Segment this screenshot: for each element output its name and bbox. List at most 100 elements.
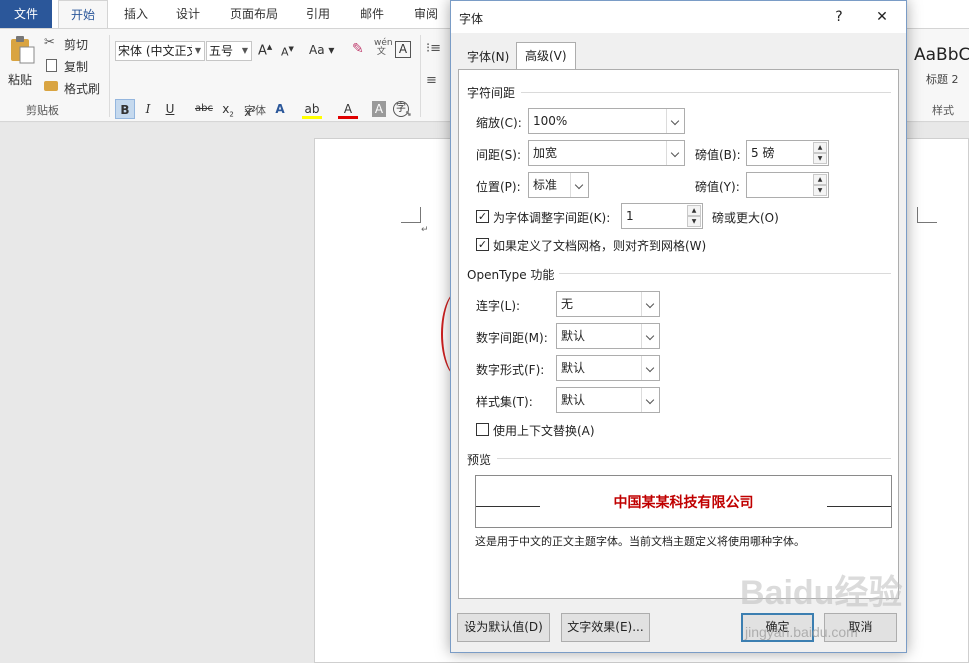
cut-button[interactable]: ✂ 剪切 xyxy=(44,35,104,53)
contextual-alternates-checkbox[interactable] xyxy=(476,423,489,436)
number-forms-value: 默认 xyxy=(561,361,586,375)
snap-to-grid-checkbox[interactable]: ✓ xyxy=(476,238,489,251)
font-dialog: 字体 ? ✕ 字体(N) 高级(V) 字符间距 缩放(C): 100% 间距(S… xyxy=(450,0,907,653)
chevron-down-icon[interactable]: ▼ xyxy=(192,42,204,60)
tab-advanced[interactable]: 高级(V) xyxy=(516,42,576,70)
tab-insert[interactable]: 插入 xyxy=(114,0,158,28)
chevron-down-icon[interactable] xyxy=(666,109,684,133)
watermark-url: jingyan.baidu.com xyxy=(745,624,858,640)
tab-design[interactable]: 设计 xyxy=(166,0,210,28)
chevron-down-icon[interactable] xyxy=(570,173,588,197)
scale-dropdown[interactable]: 100% xyxy=(528,108,685,134)
style-name: 标题 2 xyxy=(926,73,959,86)
paste-button[interactable]: 粘贴 xyxy=(6,35,38,93)
tab-home[interactable]: 开始 xyxy=(58,0,108,29)
shading-icon[interactable]: A xyxy=(372,101,386,117)
set-default-button[interactable]: 设为默认值(D) xyxy=(457,613,550,642)
divider xyxy=(559,273,891,274)
chevron-down-icon[interactable] xyxy=(666,141,684,165)
align-left-icon[interactable]: ≡ xyxy=(426,73,437,88)
bullets-icon[interactable]: ⁝≡ xyxy=(426,41,441,56)
crop-mark xyxy=(917,207,937,223)
tab-file[interactable]: 文件 xyxy=(0,0,52,28)
spacing-by-label: 磅值(B): xyxy=(695,148,741,162)
kerning-value: 1 xyxy=(626,209,634,223)
preview-baseline-right xyxy=(827,506,891,507)
shrink-font-icon[interactable]: A▼ xyxy=(281,45,294,59)
tab-references[interactable]: 引用 xyxy=(296,0,340,28)
font-color-icon[interactable]: A xyxy=(338,99,358,119)
font-size-combo[interactable]: 五号 ▼ xyxy=(206,41,252,61)
spin-down-icon[interactable]: ▼ xyxy=(813,185,827,196)
tab-review[interactable]: 审阅 xyxy=(404,0,448,28)
style-heading2[interactable]: AaBbC 标题 2 xyxy=(906,41,969,87)
section-opentype: OpenType 功能 xyxy=(467,268,555,282)
tab-font[interactable]: 字体(N) xyxy=(459,44,517,70)
number-forms-dropdown[interactable]: 默认 xyxy=(556,355,660,381)
number-spacing-value: 默认 xyxy=(561,329,586,343)
chevron-down-icon[interactable] xyxy=(641,356,659,380)
phonetic-guide-icon[interactable]: wén 文 xyxy=(374,39,393,57)
close-icon[interactable]: ✕ xyxy=(868,5,896,29)
format-painter-button[interactable]: 格式刷 xyxy=(44,79,106,97)
kerning-suffix: 磅或更大(O) xyxy=(712,211,779,225)
paste-icon xyxy=(11,36,35,64)
spin-up-icon[interactable]: ▲ xyxy=(813,142,827,153)
preview-text: 中国某某科技有限公司 xyxy=(613,495,754,511)
preview-box: 中国某某科技有限公司 xyxy=(475,475,892,528)
number-spacing-dropdown[interactable]: 默认 xyxy=(556,323,660,349)
spin-up-icon[interactable]: ▲ xyxy=(813,174,827,185)
divider xyxy=(521,92,891,93)
preview-note: 这是用于中文的正文主题字体。当前文档主题定义将使用哪种字体。 xyxy=(475,535,805,548)
clear-formatting-icon[interactable]: ✎ xyxy=(352,41,364,57)
font-size-value: 五号 xyxy=(209,44,234,58)
spacing-dropdown[interactable]: 加宽 xyxy=(528,140,685,166)
kerning-checkbox[interactable]: ✓ xyxy=(476,210,489,223)
dialog-launcher-icon[interactable]: ⬊ xyxy=(405,109,412,118)
change-case-icon[interactable]: Aa ▾ xyxy=(309,43,334,57)
text-effects-icon[interactable]: A xyxy=(270,99,290,119)
format-painter-label: 格式刷 xyxy=(64,82,101,96)
font-group-label: 字体 xyxy=(244,104,266,117)
styles-group-label: 样式 xyxy=(932,104,954,117)
position-by-input[interactable]: ▲ ▼ xyxy=(746,172,829,198)
font-family-value: 宋体 (中文正文) xyxy=(118,44,204,58)
spin-down-icon[interactable]: ▼ xyxy=(813,153,827,164)
chevron-down-icon[interactable] xyxy=(641,324,659,348)
highlight-icon[interactable]: ab xyxy=(302,99,322,119)
font-family-combo[interactable]: 宋体 (中文正文) ▼ xyxy=(115,41,205,61)
kerning-label: 为字体调整字间距(K): xyxy=(493,211,611,225)
chevron-down-icon[interactable]: ▼ xyxy=(239,42,251,60)
number-spacing-label: 数字间距(M): xyxy=(476,331,548,345)
spacing-by-value: 5 磅 xyxy=(751,146,775,160)
text-effects-button[interactable]: 文字效果(E)... xyxy=(561,613,650,642)
ligatures-dropdown[interactable]: 无 xyxy=(556,291,660,317)
divider xyxy=(497,458,891,459)
stylistic-set-dropdown[interactable]: 默认 xyxy=(556,387,660,413)
chevron-down-icon[interactable] xyxy=(641,388,659,412)
strikethrough-icon[interactable]: abc xyxy=(194,99,214,119)
copy-button[interactable]: 复制 xyxy=(44,57,104,75)
character-border-icon[interactable]: A xyxy=(395,41,411,58)
spin-up-icon[interactable]: ▲ xyxy=(687,205,701,216)
grow-font-icon[interactable]: A▲ xyxy=(258,43,272,58)
group-divider xyxy=(420,35,421,117)
subscript-icon[interactable]: x2 xyxy=(218,99,238,119)
chevron-down-icon[interactable] xyxy=(641,292,659,316)
section-character-spacing: 字符间距 xyxy=(467,86,516,100)
italic-icon[interactable]: I xyxy=(138,99,158,119)
paragraph-mark-icon: ↵ xyxy=(421,225,429,235)
dialog-titlebar: 字体 ? ✕ xyxy=(451,1,906,33)
tab-mailings[interactable]: 邮件 xyxy=(350,0,394,28)
bold-icon[interactable]: B xyxy=(115,99,135,119)
kerning-input[interactable]: 1 ▲ ▼ xyxy=(621,203,703,229)
underline-icon[interactable]: U xyxy=(160,99,180,119)
spacing-label: 间距(S): xyxy=(476,148,522,162)
position-by-label: 磅值(Y): xyxy=(695,180,740,194)
position-dropdown[interactable]: 标准 xyxy=(528,172,589,198)
spin-down-icon[interactable]: ▼ xyxy=(687,216,701,227)
spacing-by-input[interactable]: 5 磅 ▲ ▼ xyxy=(746,140,829,166)
tab-layout[interactable]: 页面布局 xyxy=(222,0,286,28)
help-button[interactable]: ? xyxy=(825,5,853,29)
spacing-value: 加宽 xyxy=(533,146,558,160)
